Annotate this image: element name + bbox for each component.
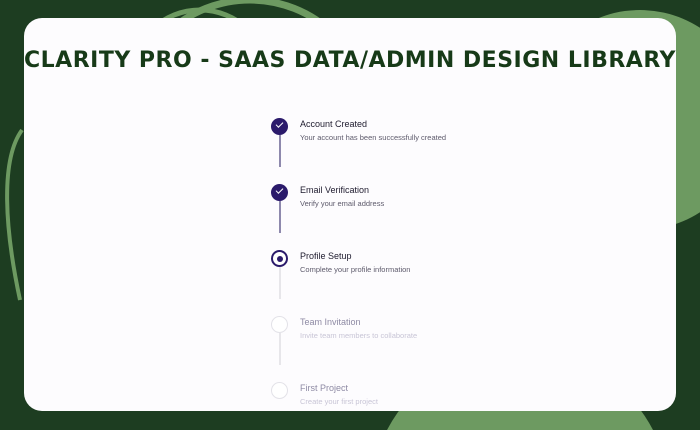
empty-circle-icon bbox=[271, 316, 288, 333]
step-description: Create your first project bbox=[300, 397, 378, 406]
current-dot-icon bbox=[271, 250, 288, 267]
step-label: Email Verification bbox=[300, 185, 370, 195]
step-profile-setup: Profile Setup Complete your profile info… bbox=[271, 250, 571, 299]
step-first-project: First Project Create your first project bbox=[271, 382, 571, 416]
step-team-invitation: Team Invitation Invite team members to c… bbox=[271, 316, 571, 365]
step-description: Complete your profile information bbox=[300, 265, 411, 274]
step-label: Profile Setup bbox=[300, 251, 352, 261]
step-connector bbox=[278, 135, 281, 167]
check-icon bbox=[271, 184, 288, 201]
step-description: Verify your email address bbox=[300, 199, 385, 208]
page-title: CLARITY PRO - SAAS DATA/ADMIN DESIGN LIB… bbox=[24, 48, 676, 73]
step-account-created: Account Created Your account has been su… bbox=[271, 118, 571, 167]
step-description: Your account has been successfully creat… bbox=[300, 133, 447, 142]
step-description: Invite team members to collaborate bbox=[300, 331, 418, 340]
step-connector bbox=[278, 267, 281, 299]
card: CLARITY PRO - SAAS DATA/ADMIN DESIGN LIB… bbox=[24, 18, 676, 411]
step-label: First Project bbox=[300, 383, 349, 393]
step-label: Team Invitation bbox=[300, 317, 361, 327]
step-connector bbox=[278, 201, 281, 233]
step-connector bbox=[278, 333, 281, 365]
empty-circle-icon bbox=[271, 382, 288, 399]
step-label: Account Created bbox=[300, 119, 368, 129]
step-email-verification: Email Verification Verify your email add… bbox=[271, 184, 571, 233]
check-icon bbox=[271, 118, 288, 135]
